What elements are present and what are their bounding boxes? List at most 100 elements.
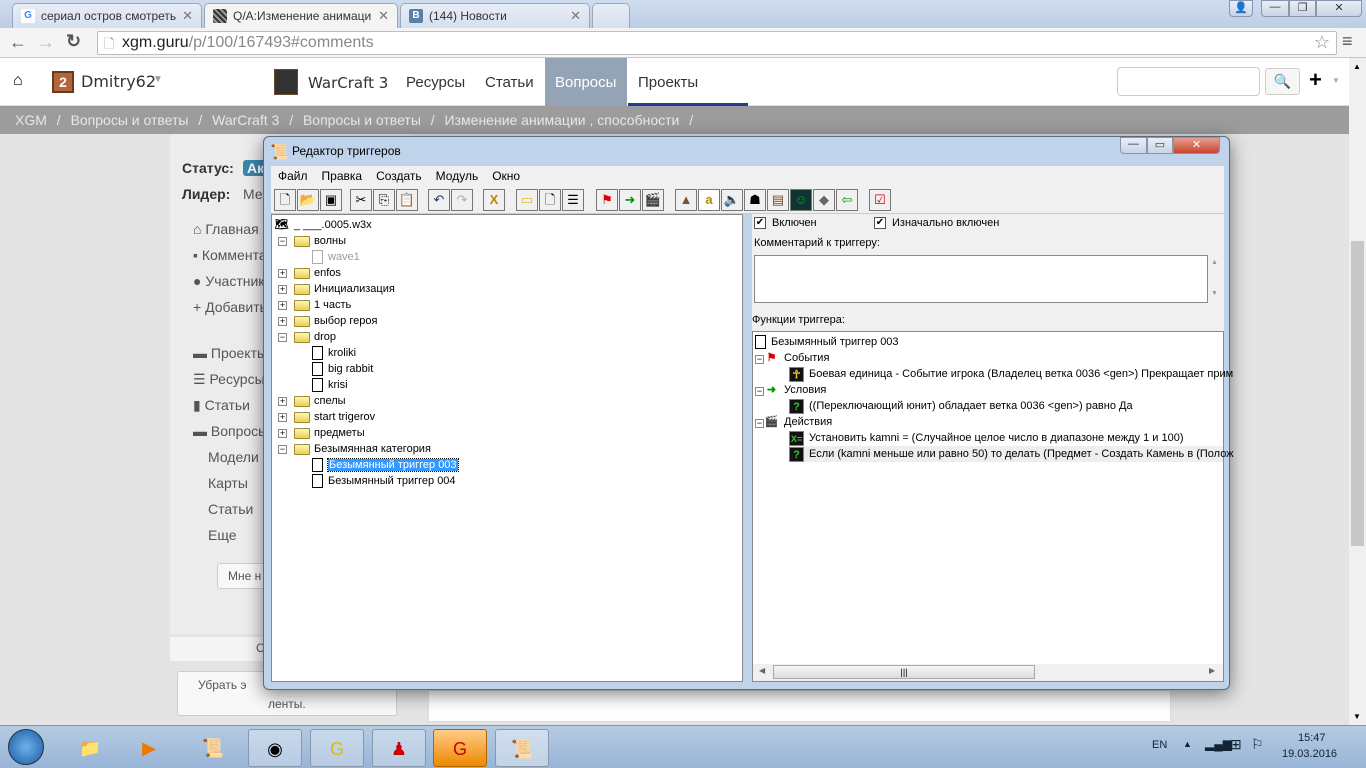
side-link-resources[interactable]: ☰ Ресурсы xyxy=(193,371,265,388)
side-link-projects[interactable]: ▬ Проекты xyxy=(193,345,267,361)
home-icon[interactable]: ⌂ xyxy=(13,72,23,90)
test-map-icon[interactable]: ☑ xyxy=(869,189,891,211)
enabled-checkbox[interactable]: ✔ Включен xyxy=(754,217,817,230)
collapse-icon[interactable]: − xyxy=(278,237,287,246)
nav-articles[interactable]: Статьи xyxy=(475,58,544,106)
crumb-wc3[interactable]: WarCraft 3 xyxy=(212,112,279,128)
restore-button[interactable]: ❐ xyxy=(1289,0,1316,17)
import-manager-icon[interactable]: ⇦ xyxy=(836,189,858,211)
tree-item[interactable]: 🗺 _ ___.0005.w3x xyxy=(274,217,372,233)
collapse-icon[interactable]: − xyxy=(278,333,287,342)
condition-item[interactable]: ? ((Переключающий юнит) обладает ветка 00… xyxy=(789,398,1133,414)
new-comment-icon[interactable]: ☰ xyxy=(562,189,584,211)
maximize-button[interactable]: ▭ xyxy=(1147,137,1173,154)
sub-link-articles[interactable]: Статьи xyxy=(208,501,253,517)
sub-link-maps[interactable]: Карты xyxy=(208,475,248,491)
tree-item[interactable]: start trigerov xyxy=(294,409,375,425)
undo-icon[interactable]: ↶ xyxy=(428,189,450,211)
chevron-down-icon[interactable]: ▼ xyxy=(153,74,163,85)
explorer-icon[interactable]: 📁 xyxy=(63,729,117,767)
expand-icon[interactable]: + xyxy=(278,397,287,406)
expand-icon[interactable]: + xyxy=(278,413,287,422)
tree-item[interactable]: выбор героя xyxy=(294,313,377,329)
network-icon[interactable]: ▂▄▆ xyxy=(1205,737,1232,751)
object-editor-icon[interactable]: ☗ xyxy=(744,189,766,211)
menu-file[interactable]: Файл xyxy=(271,166,315,183)
clock-time[interactable]: 15:47 xyxy=(1298,732,1326,744)
garena-plus-icon[interactable]: G xyxy=(433,729,487,767)
menu-icon[interactable]: ≡ xyxy=(1342,31,1353,52)
copy-icon[interactable]: ⎘ xyxy=(373,189,395,211)
scroll-right-icon[interactable]: ▶ xyxy=(1209,666,1215,675)
conditions-node[interactable]: − ➜ Условия xyxy=(755,382,826,398)
object-manager-icon[interactable]: ◆ xyxy=(813,189,835,211)
minimize-button[interactable]: — xyxy=(1261,0,1289,17)
tree-item[interactable]: Безымянный триггер 003 xyxy=(312,457,459,473)
expand-icon[interactable]: + xyxy=(278,429,287,438)
menu-create[interactable]: Создать xyxy=(369,166,429,183)
username[interactable]: Dmitry62 xyxy=(81,72,156,91)
new-tab-button[interactable] xyxy=(592,3,630,28)
sub-link-more[interactable]: Еще xyxy=(208,527,237,543)
menu-window[interactable]: Окно xyxy=(485,166,527,183)
tree-item[interactable]: 1 часть xyxy=(294,297,351,313)
action-center-icon[interactable]: ⚐ xyxy=(1251,736,1264,753)
scroll-thumb[interactable]: ||| xyxy=(773,665,1035,679)
search-button[interactable]: 🔍 xyxy=(1265,68,1300,95)
scroll-thumb[interactable] xyxy=(1351,241,1364,546)
expand-icon[interactable]: + xyxy=(278,285,287,294)
sub-link-models[interactable]: Модели xyxy=(208,449,259,465)
page-scrollbar[interactable]: ▲ ▼ xyxy=(1349,58,1366,725)
tree-item[interactable]: big rabbit xyxy=(312,361,373,377)
close-window-button[interactable]: ✕ xyxy=(1316,0,1362,17)
functions-tree[interactable]: Безымянный триггер 003 − ⚑ События ☥ Боевая… xyxy=(752,331,1234,682)
redo-icon[interactable]: ↷ xyxy=(451,189,473,211)
delete-icon[interactable]: X xyxy=(483,189,505,211)
chrome-icon[interactable]: ◉ xyxy=(248,729,302,767)
tree-item[interactable]: Безымянный триггер 004 xyxy=(312,473,456,489)
action-item[interactable]: X= Установить kamni = (Случайное целое чи… xyxy=(789,430,1184,446)
tree-item[interactable]: krisi xyxy=(312,377,348,393)
expand-icon[interactable]: + xyxy=(278,317,287,326)
close-window-button[interactable]: ✕ xyxy=(1173,137,1220,154)
crumb-current[interactable]: Изменение анимации , способности xyxy=(445,112,680,128)
side-link-add[interactable]: + Добавить xyxy=(193,299,267,315)
cut-icon[interactable]: ✂ xyxy=(350,189,372,211)
terrain-editor-icon[interactable]: ▲ xyxy=(675,189,697,211)
crumb-qa[interactable]: Вопросы и ответы xyxy=(71,112,189,128)
event-item[interactable]: ☥ Боевая единица - Событие игрока (Владел… xyxy=(789,366,1233,382)
forward-icon[interactable]: → xyxy=(37,32,55,53)
action-item[interactable]: ? Если (kamni меньше или равно 50) то дел… xyxy=(789,446,1234,462)
side-link-home[interactable]: ⌂ Главная xyxy=(193,221,259,237)
side-link-articles[interactable]: ▮ Статьи xyxy=(193,397,250,414)
plus-icon[interactable]: + xyxy=(1309,67,1322,93)
star-icon[interactable]: ☆ xyxy=(1314,32,1330,53)
comment-textarea[interactable] xyxy=(428,690,1171,722)
tree-item[interactable]: предметы xyxy=(294,425,365,441)
tab-xgm[interactable]: Q/A:Изменение анимаци ✕ xyxy=(204,3,398,28)
chevron-down-icon[interactable]: ▼ xyxy=(1332,76,1340,85)
new-action-icon[interactable]: 🎬 xyxy=(642,189,664,211)
trigger-editor-icon[interactable]: a xyxy=(698,189,720,211)
comment-input[interactable] xyxy=(754,255,1208,303)
open-icon[interactable]: 📂 xyxy=(297,189,319,211)
clock-date[interactable]: 19.03.2016 xyxy=(1282,748,1337,760)
scroll-up-icon[interactable]: ▲ xyxy=(1353,62,1361,71)
back-icon[interactable]: ← xyxy=(9,32,27,53)
new-condition-icon[interactable]: ➜ xyxy=(619,189,641,211)
nav-warcraft3[interactable]: WarCraft 3 xyxy=(298,58,398,106)
scroll-down-icon[interactable]: ▼ xyxy=(1211,290,1218,297)
sound-editor-icon[interactable]: 🔈 xyxy=(721,189,743,211)
tree-item[interactable]: kroliki xyxy=(312,345,356,361)
profile-icon[interactable]: 👤 xyxy=(1229,0,1253,17)
garena-icon[interactable]: G xyxy=(310,729,364,767)
close-icon[interactable]: ✕ xyxy=(182,8,193,24)
menu-edit[interactable]: Правка xyxy=(315,166,370,183)
media-player-icon[interactable]: ▶ xyxy=(122,729,176,767)
nav-projects[interactable]: Проекты xyxy=(628,58,708,106)
menu-module[interactable]: Модуль xyxy=(429,166,486,183)
tree-item[interactable]: спелы xyxy=(294,393,346,409)
horizontal-scrollbar[interactable]: ◀ ||| ▶ xyxy=(753,664,1223,681)
garena-red-icon[interactable]: ♟ xyxy=(372,729,426,767)
search-input[interactable] xyxy=(1117,67,1260,96)
